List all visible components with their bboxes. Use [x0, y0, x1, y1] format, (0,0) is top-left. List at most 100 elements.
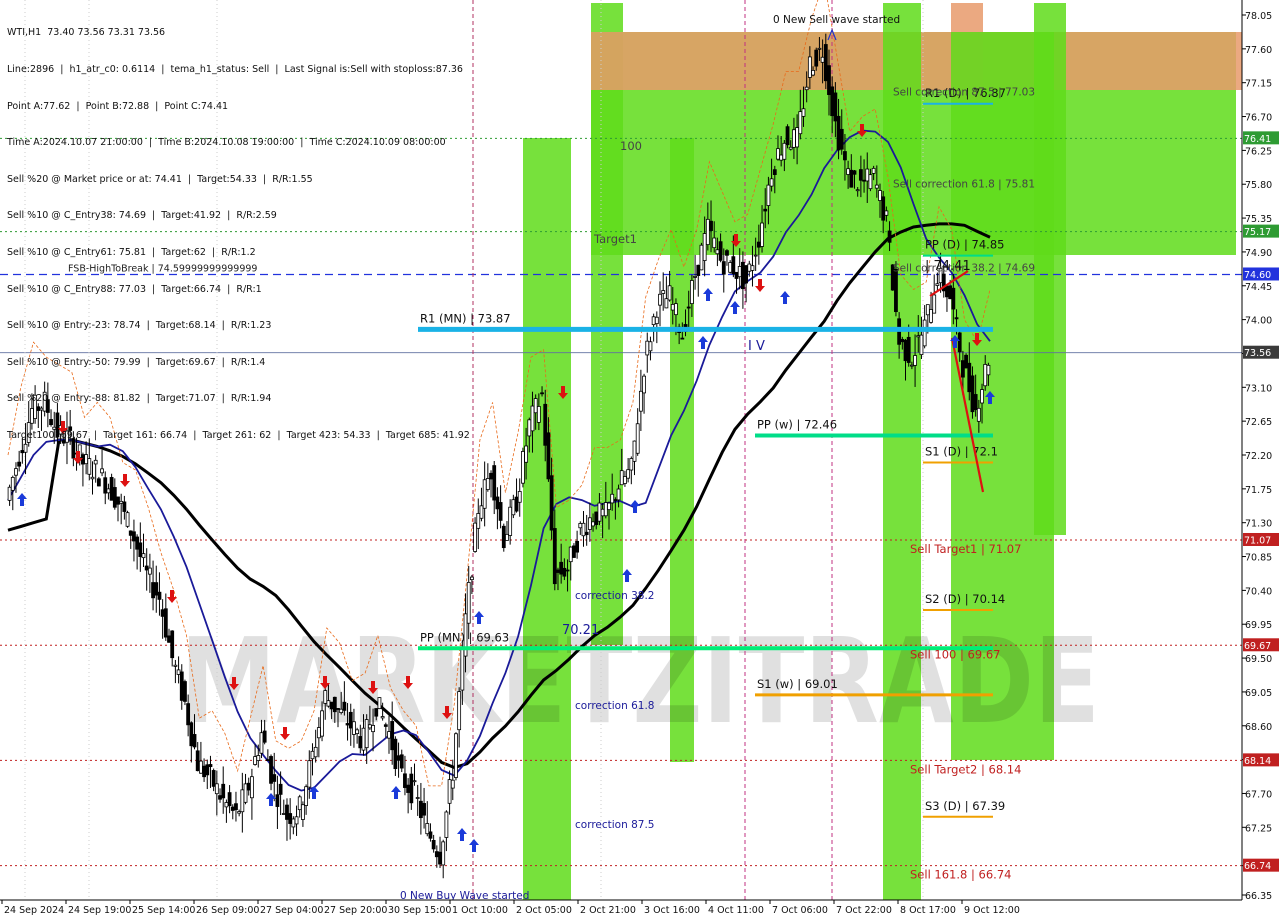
candle-body: [278, 783, 283, 795]
candle-body: [549, 475, 554, 531]
candle-body: [804, 86, 809, 91]
candle-body: [855, 189, 860, 192]
candle-body: [234, 803, 238, 811]
candle-body: [638, 390, 643, 412]
candle-body: [772, 169, 777, 175]
candle-body: [536, 406, 541, 423]
candle-body: [167, 635, 171, 643]
candle-body: [87, 458, 92, 475]
candle-body: [288, 813, 293, 824]
candle-body: [316, 727, 321, 739]
info-line: Line:2896 | h1_atr_c0: 0.6114 | tema_h1_…: [7, 64, 463, 75]
candle-body: [779, 154, 784, 161]
y-tick-label: 68.60: [1245, 722, 1272, 733]
candle-body: [240, 789, 245, 813]
candle-body: [505, 533, 509, 541]
candle-body: [438, 851, 442, 865]
candle-body: [591, 521, 595, 527]
candle-body: [581, 522, 586, 537]
candle-body: [160, 609, 165, 617]
candle-body: [584, 531, 589, 536]
candle-body: [10, 476, 15, 491]
candle-body: [932, 294, 937, 314]
candle-body: [964, 354, 968, 369]
candle-body: [431, 839, 436, 850]
candle-body: [629, 458, 634, 471]
candle-body: [14, 468, 18, 476]
info-line: Sell %20 @ Entry:-88: 81.82 | Target:71.…: [7, 393, 272, 405]
candle-body: [635, 423, 640, 454]
candle-body: [374, 708, 379, 717]
y-tick-label: 76.70: [1245, 113, 1272, 124]
candle-body: [285, 804, 289, 820]
price-badge-label: 75.17: [1244, 227, 1271, 238]
candle-body: [603, 502, 608, 517]
x-tick-label: 27 Sep 20:00: [324, 905, 387, 916]
candle-body: [348, 711, 353, 729]
y-tick-label: 72.65: [1245, 417, 1272, 428]
candle-body: [702, 233, 707, 261]
candle-body: [795, 127, 800, 148]
y-tick-label: 69.95: [1245, 620, 1272, 631]
candle-body: [884, 210, 889, 216]
candle-body: [485, 478, 490, 490]
y-tick-label: 67.70: [1245, 789, 1272, 800]
candle-body: [122, 501, 127, 512]
candle-body: [954, 317, 959, 320]
x-tick-label: 25 Sep 14:00: [132, 905, 195, 916]
candle-body: [425, 823, 430, 835]
candle-body: [976, 407, 981, 422]
candle-body: [846, 168, 851, 175]
x-tick-label: 4 Oct 11:00: [708, 905, 764, 916]
candle-body: [935, 283, 940, 286]
candle-body: [546, 432, 551, 480]
candle-body: [301, 804, 305, 820]
sell-correction-label: Sell correction 87.5 | 77.03: [893, 87, 1035, 99]
pivot-level-label: PP (w) | 72.46: [757, 417, 837, 431]
info-line: Target100: 69.67 | Target 161: 66.74 | T…: [7, 429, 470, 441]
candle-body: [632, 440, 637, 462]
candle-body: [798, 111, 803, 135]
candle-body: [221, 783, 226, 799]
candle-body: [737, 266, 742, 278]
candle-body: [524, 445, 529, 463]
candle-body: [619, 470, 624, 486]
candle-body: [763, 208, 768, 212]
x-tick-label: 24 Sep 19:00: [68, 905, 131, 916]
candle-body: [983, 364, 988, 387]
pivot-level-label: PP (MN) | 69.63: [420, 630, 509, 644]
candle-body: [399, 754, 404, 769]
candle-body: [100, 468, 104, 474]
candle-body: [776, 148, 780, 160]
candle-body: [428, 831, 433, 839]
x-tick-label: 9 Oct 12:00: [964, 905, 1020, 916]
candle-body: [827, 65, 831, 95]
candle-body: [906, 336, 911, 363]
price-badge-label: 68.14: [1244, 756, 1271, 767]
x-tick-label: 8 Oct 17:00: [900, 905, 956, 916]
y-tick-label: 71.75: [1245, 485, 1272, 496]
candle-body: [858, 169, 863, 181]
candle-body: [96, 478, 101, 487]
candle-body: [367, 724, 372, 729]
correction-label: correction 61.8: [575, 700, 654, 712]
candle-body: [843, 151, 847, 161]
y-tick-label: 77.60: [1245, 45, 1272, 56]
candle-body: [744, 265, 748, 284]
candle-body: [482, 479, 487, 509]
candle-body: [718, 241, 723, 261]
candle-body: [756, 241, 761, 248]
y-tick-label: 67.25: [1245, 823, 1272, 834]
candle-body: [833, 92, 838, 122]
candle-body: [900, 338, 905, 343]
candle-body: [250, 776, 254, 799]
y-tick-label: 78.05: [1245, 11, 1272, 22]
candle-body: [715, 249, 720, 255]
candle-body: [403, 773, 407, 788]
correction-label: correction 87.5: [575, 819, 654, 831]
candle-body: [173, 664, 178, 667]
candle-body: [916, 335, 921, 338]
candle-body: [265, 759, 270, 762]
y-tick-label: 75.80: [1245, 180, 1272, 191]
candle-body: [128, 530, 133, 536]
